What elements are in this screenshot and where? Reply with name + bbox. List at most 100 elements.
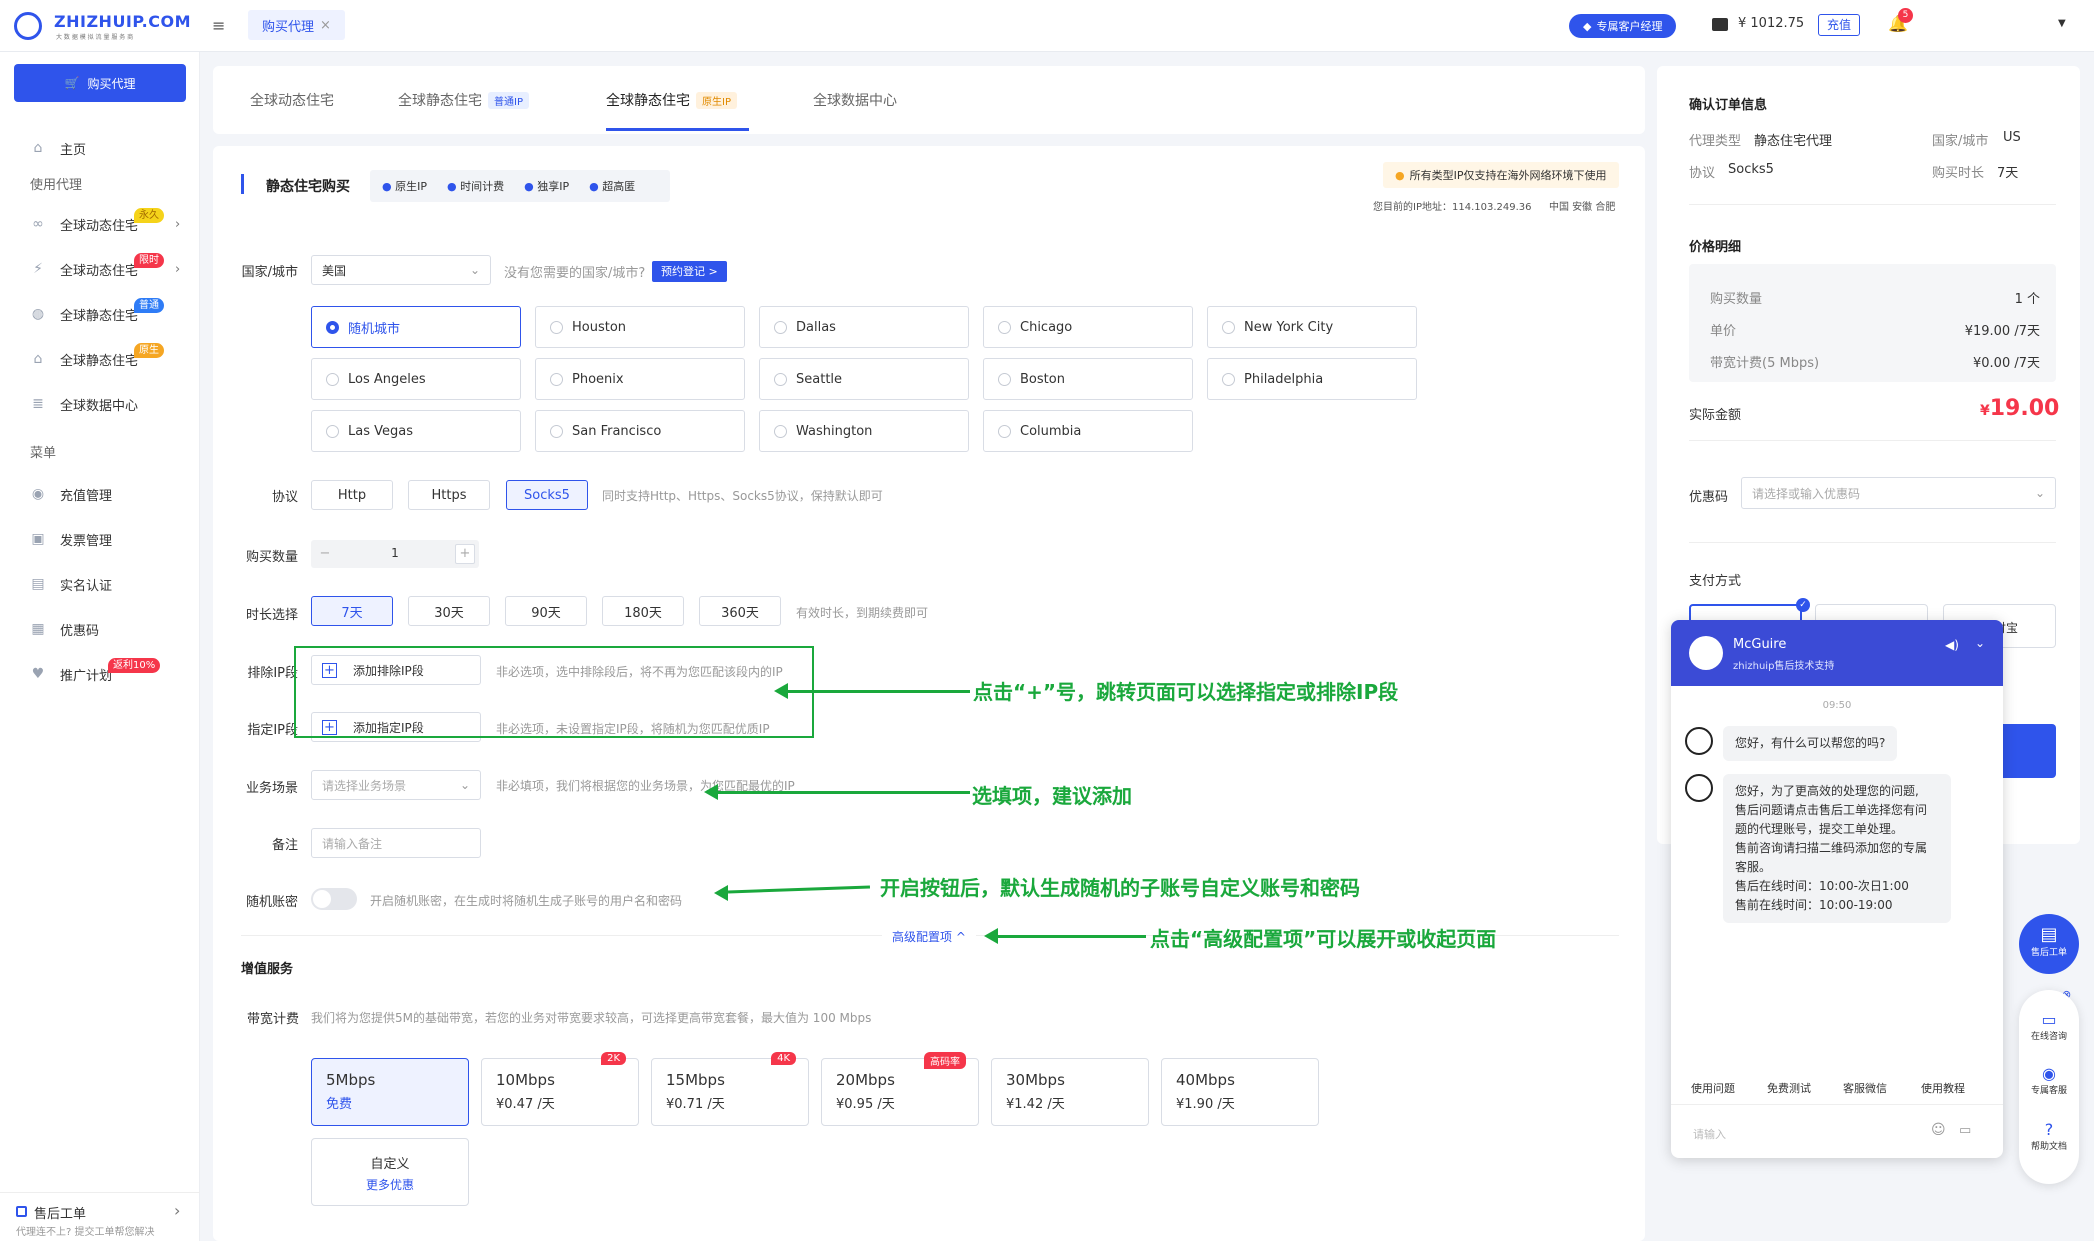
city-option[interactable]: Las Vegas (311, 410, 521, 452)
city-label: Washington (796, 423, 873, 439)
city-option[interactable]: Washington (759, 410, 969, 452)
duration-option[interactable]: 30天 (408, 596, 490, 626)
online-consult-button[interactable]: ▭ 在线咨询 (2019, 1010, 2079, 1042)
sidebar-item-datacenter[interactable]: ≣ 全球数据中心 (30, 392, 138, 416)
quantity-value[interactable]: 1 (311, 546, 479, 560)
bandwidth-tag: 4K (771, 1052, 796, 1065)
radio-icon (326, 320, 339, 334)
advanced-config-toggle[interactable]: 高级配置项 ^ (892, 928, 966, 945)
city-option[interactable]: Seattle (759, 358, 969, 400)
country-select[interactable]: 美国 ⌄ (311, 255, 491, 285)
account-manager-button[interactable]: ◆ 专属客户经理 (1569, 14, 1677, 38)
city-option[interactable]: San Francisco (535, 410, 745, 452)
badge-promo: 返利10% (108, 658, 161, 673)
bandwidth-option[interactable]: 20Mbps ¥0.95 /天 高码率 (821, 1052, 979, 1126)
city-option[interactable]: Boston (983, 358, 1193, 400)
city-option[interactable]: Los Angeles (311, 358, 521, 400)
annotation-box (294, 646, 814, 738)
city-option[interactable]: Columbia (983, 410, 1193, 452)
chat-line: 售前在线时间：10:00-19:00 (1735, 898, 1893, 912)
logo-text[interactable]: ZHIZHUIP.COM (54, 12, 191, 31)
quick-reply[interactable]: 客服微信 (1843, 1080, 1887, 1096)
quick-reply[interactable]: 使用问题 (1691, 1080, 1735, 1096)
protocol-option-socks5[interactable]: Socks5 (506, 480, 588, 510)
sidebar-item-static-native[interactable]: ⌂ 全球静态住宅 (30, 347, 138, 371)
order-title: 确认订单信息 (1689, 98, 1768, 113)
bandwidth-name: 5Mbps (326, 1071, 376, 1089)
tab-buy-proxy-label: 购买代理 (262, 19, 315, 35)
sidebar-item-dynamic-permanent[interactable]: ∞ 全球动态住宅 › (30, 212, 180, 236)
speaker-icon[interactable]: ◀) (1945, 638, 1959, 652)
tab-static-native[interactable]: 全球静态住宅 原生IP (606, 90, 737, 110)
top-header: ZHIZHUIP.COM 大 数 据 模 拟 流 量 服 务 商 ≡ 购买代理 … (0, 0, 2094, 52)
annotation-text: 选填项，建议添加 (972, 784, 1132, 808)
coupon-select[interactable]: 请选择或输入优惠码 ⌄ (1741, 477, 2056, 509)
duration-option[interactable]: 90天 (505, 596, 587, 626)
sidebar-item-home[interactable]: ⌂ 主页 (30, 136, 86, 160)
city-option[interactable]: Chicago (983, 306, 1193, 348)
bandwidth-option[interactable]: 40Mbps ¥1.90 /天 (1161, 1058, 1319, 1126)
exclusive-service-button[interactable]: ◉ 专属客服 (2019, 1064, 2079, 1096)
agent-name: McGuire (1733, 637, 1787, 652)
city-option[interactable]: Dallas (759, 306, 969, 348)
sidebar-item-static-normal[interactable]: ◍ 全球静态住宅 (30, 302, 138, 326)
divider (1671, 1104, 2003, 1105)
duration-option[interactable]: 360天 (699, 596, 781, 626)
random-credentials-toggle[interactable] (311, 888, 357, 910)
user-dropdown-icon[interactable]: ▼ (2058, 18, 2066, 29)
after-sale-float-button[interactable]: ▤ 售后工单 (2019, 914, 2079, 974)
quick-reply[interactable]: 使用教程 (1921, 1080, 1965, 1096)
after-sale-link[interactable]: 售后工单 › 代理连不上? 提交工单帮您解决 (0, 1192, 200, 1240)
coupon-placeholder: 请选择或输入优惠码 (1752, 486, 1861, 501)
sidebar-item-recharge[interactable]: ◉ 充值管理 (30, 482, 112, 506)
plus-button[interactable]: + (455, 544, 475, 564)
city-option[interactable]: Phoenix (535, 358, 745, 400)
sidebar-item-invoice[interactable]: ▣ 发票管理 (30, 527, 112, 551)
tab-datacenter[interactable]: 全球数据中心 (813, 90, 897, 110)
city-label: Dallas (796, 319, 836, 335)
bandwidth-option[interactable]: 15Mbps ¥0.71 /天 4K (651, 1052, 809, 1126)
city-option[interactable]: Philadelphia (1207, 358, 1417, 400)
duration-option[interactable]: 180天 (602, 596, 684, 626)
folder-icon[interactable]: ▭ (1959, 1123, 1971, 1138)
sidebar-item-verify[interactable]: ▤ 实名认证 (30, 572, 112, 596)
duration-option[interactable]: 7天 (311, 596, 393, 626)
sidebar-item-promo[interactable]: ♥ 推广计划 (30, 662, 112, 686)
quantity-stepper: − 1 + (311, 540, 479, 568)
price-bandwidth-value: ¥0.00 /7天 (1973, 356, 2040, 371)
emoji-icon[interactable]: ☺ (1931, 1122, 1946, 1138)
sidebar-item-dynamic-limited[interactable]: ⚡ 全球动态住宅 › (30, 257, 180, 281)
bandwidth-option[interactable]: 30Mbps ¥1.42 /天 (991, 1058, 1149, 1126)
notification-count-badge: 5 (1898, 8, 1913, 23)
city-option[interactable]: New York City (1207, 306, 1417, 348)
menu-toggle-icon[interactable]: ≡ (212, 16, 225, 35)
duration-label: 时长选择 (245, 608, 298, 623)
protocol-option-http[interactable]: Http (311, 480, 393, 510)
tab-buy-proxy[interactable]: 购买代理 × (248, 10, 345, 40)
city-option[interactable]: Houston (535, 306, 745, 348)
order-duration-value: 7天 (1997, 166, 2019, 181)
collapse-icon[interactable]: ⌄ (1975, 636, 1985, 650)
help-icon: ? (2044, 1120, 2054, 1139)
bandwidth-option[interactable]: 5Mbps 免费 (311, 1058, 469, 1126)
chat-input[interactable]: 请输入 (1693, 1126, 1726, 1142)
reserve-button[interactable]: 预约登记 > (652, 261, 727, 282)
bandwidth-custom-option[interactable]: 自定义 更多优惠 (311, 1138, 469, 1206)
city-option[interactable]: 随机城市 (311, 306, 521, 348)
tab-static-normal[interactable]: 全球静态住宅 普通IP (398, 90, 529, 110)
sidebar-group-use-proxy: 使用代理 (30, 178, 83, 193)
close-icon[interactable]: × (320, 18, 331, 33)
logo-icon[interactable] (14, 12, 42, 40)
recharge-button[interactable]: 充值 (1818, 14, 1860, 36)
buy-proxy-button[interactable]: 🛒 购买代理 (14, 64, 186, 102)
quick-reply[interactable]: 免费测试 (1767, 1080, 1811, 1096)
protocol-option-https[interactable]: Https (408, 480, 490, 510)
bandwidth-option[interactable]: 10Mbps ¥0.47 /天 2K (481, 1052, 639, 1126)
note-input[interactable]: 请输入备注 (311, 828, 481, 858)
tab-dynamic[interactable]: 全球动态住宅 (250, 90, 334, 110)
sidebar-item-coupon[interactable]: ▦ 优惠码 (30, 617, 99, 641)
arrow-head-icon (704, 784, 718, 800)
country-label: 国家/城市 (241, 265, 298, 280)
help-doc-button[interactable]: ? 帮助文档 (2019, 1120, 2079, 1152)
scene-select[interactable]: 请选择业务场景 ⌄ (311, 770, 481, 800)
